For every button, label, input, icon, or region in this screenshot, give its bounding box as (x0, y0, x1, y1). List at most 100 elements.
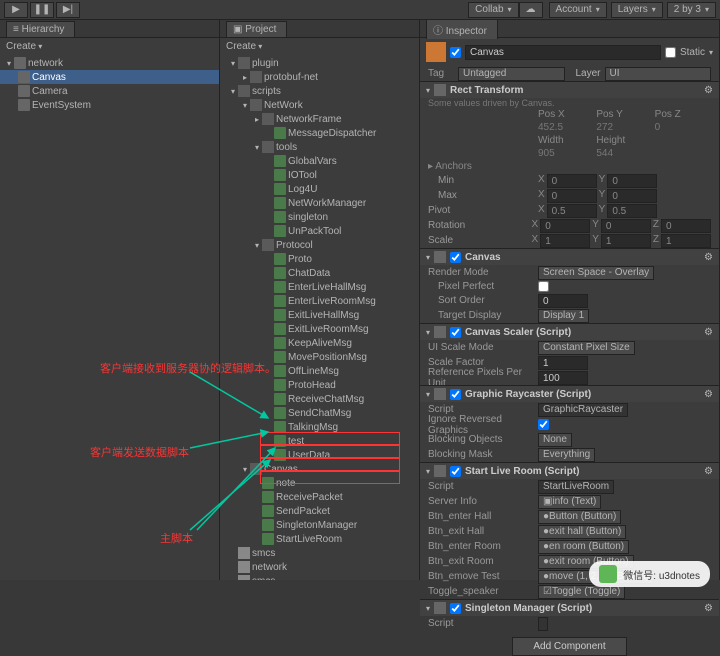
project-item[interactable]: ▸NetworkFrame (220, 112, 419, 126)
gear-icon[interactable]: ⚙ (704, 466, 713, 477)
layers-dropdown[interactable]: Layers (611, 2, 663, 18)
hierarchy-item-selected[interactable]: Canvas (0, 70, 219, 84)
fold-icon[interactable]: ▾ (426, 253, 430, 262)
project-item[interactable]: test (220, 434, 419, 448)
mask-dropdown[interactable]: Everything (538, 448, 595, 462)
enabled-checkbox[interactable] (450, 327, 461, 338)
project-item[interactable]: MessageDispatcher (220, 126, 419, 140)
project-item[interactable]: ReceiveChatMsg (220, 392, 419, 406)
start-live-room-header[interactable]: ▾Start Live Room (Script)⚙ (420, 462, 719, 479)
project-item[interactable]: EnterLiveRoomMsg (220, 294, 419, 308)
object-field[interactable]: ● en room (Button) (538, 540, 629, 554)
pause-button[interactable]: ❚❚ (30, 2, 54, 18)
project-item[interactable]: Proto (220, 252, 419, 266)
fold-icon[interactable]: ▾ (426, 86, 430, 95)
layer-dropdown[interactable]: UI (605, 67, 712, 81)
project-item[interactable]: ChatData (220, 266, 419, 280)
num-field[interactable]: 0 (661, 219, 711, 233)
gear-icon[interactable]: ⚙ (704, 389, 713, 400)
rect-transform-header[interactable]: ▾Rect Transform⚙ (420, 81, 719, 98)
hierarchy-item[interactable]: EventSystem (0, 98, 219, 112)
tag-dropdown[interactable]: Untagged (458, 67, 565, 81)
object-name-field[interactable] (465, 45, 661, 60)
project-item[interactable]: EnterLiveHallMsg (220, 280, 419, 294)
project-item[interactable]: ProtoHead (220, 378, 419, 392)
fold-icon[interactable]: ▾ (252, 241, 262, 250)
project-item[interactable]: MovePositionMsg (220, 350, 419, 364)
project-item[interactable]: OffLineMsg (220, 364, 419, 378)
num-field[interactable]: 0 (607, 189, 657, 203)
fold-icon[interactable]: ▾ (240, 465, 250, 474)
num-field[interactable]: 0 (540, 219, 590, 233)
num-field[interactable]: 1 (661, 234, 711, 248)
target-display-dropdown[interactable]: Display 1 (538, 309, 589, 323)
fold-icon[interactable]: ▾ (426, 390, 430, 399)
gear-icon[interactable]: ⚙ (704, 603, 713, 614)
layout-dropdown[interactable]: 2 by 3 (667, 2, 716, 18)
inspector-tab[interactable]: ⓘ Inspector (426, 19, 498, 39)
project-item[interactable]: ▾Protocol (220, 238, 419, 252)
project-item[interactable]: StartLiveRoom (220, 532, 419, 546)
fold-icon[interactable]: ▾ (228, 87, 238, 96)
add-component-button[interactable]: Add Component (512, 637, 626, 656)
play-button[interactable]: ▶ (4, 2, 28, 18)
project-item[interactable]: ▾NetWork (220, 98, 419, 112)
object-field[interactable]: ▣ info (Text) (538, 495, 601, 509)
project-item[interactable]: KeepAliveMsg (220, 336, 419, 350)
num-field[interactable]: 0 (601, 219, 651, 233)
project-item[interactable]: ExitLiveHallMsg (220, 308, 419, 322)
project-item[interactable]: note (220, 476, 419, 490)
project-item[interactable]: ▾Canvas (220, 462, 419, 476)
fold-icon[interactable]: ▾ (426, 467, 430, 476)
static-checkbox[interactable] (665, 47, 676, 58)
project-item[interactable]: Log4U (220, 182, 419, 196)
fold-icon[interactable]: ▾ (426, 328, 430, 337)
gear-icon[interactable]: ⚙ (704, 85, 713, 96)
object-field[interactable]: ● exit hall (Button) (538, 525, 626, 539)
num-field[interactable]: 0 (538, 294, 588, 308)
hierarchy-item[interactable]: Camera (0, 84, 219, 98)
enabled-checkbox[interactable] (450, 603, 461, 614)
num-field[interactable]: 1 (601, 234, 651, 248)
num-field[interactable]: 0 (547, 189, 597, 203)
num-field[interactable]: 0 (607, 174, 657, 188)
project-item[interactable]: TalkingMsg (220, 420, 419, 434)
gear-icon[interactable]: ⚙ (704, 252, 713, 263)
collab-dropdown[interactable]: Collab (468, 2, 518, 18)
fold-icon[interactable]: ▸ (240, 73, 250, 82)
cloud-button[interactable]: ☁ (519, 2, 543, 18)
hierarchy-tab[interactable]: ≡ Hierarchy (6, 21, 75, 37)
num-field[interactable]: 0.5 (547, 204, 597, 218)
active-checkbox[interactable] (450, 47, 461, 58)
project-item[interactable]: SendChatMsg (220, 406, 419, 420)
num-field[interactable]: 1 (538, 356, 588, 370)
fold-icon[interactable]: ▾ (252, 143, 262, 152)
account-dropdown[interactable]: Account (549, 2, 607, 18)
enabled-checkbox[interactable] (450, 466, 461, 477)
project-item[interactable]: SendPacket (220, 504, 419, 518)
fold-icon[interactable]: ▸ (252, 115, 262, 124)
project-item[interactable]: singleton (220, 210, 419, 224)
project-item[interactable]: ▾tools (220, 140, 419, 154)
enabled-checkbox[interactable] (450, 389, 461, 400)
project-create[interactable]: Create (226, 41, 262, 52)
scaler-header[interactable]: ▾Canvas Scaler (Script)⚙ (420, 323, 719, 340)
project-item[interactable]: UserData (220, 448, 419, 462)
pixel-perfect-checkbox[interactable] (538, 281, 549, 292)
fold-icon[interactable]: ▾ (240, 101, 250, 110)
blocking-dropdown[interactable]: None (538, 433, 572, 447)
project-item[interactable]: smcs (220, 574, 419, 580)
project-item[interactable]: network (220, 560, 419, 574)
project-item[interactable]: ▾plugin (220, 56, 419, 70)
enabled-checkbox[interactable] (450, 252, 461, 263)
project-item[interactable]: ExitLiveRoomMsg (220, 322, 419, 336)
num-field[interactable]: 100 (538, 371, 588, 385)
ignore-reversed-checkbox[interactable] (538, 419, 549, 430)
num-field[interactable]: 0.5 (607, 204, 657, 218)
object-field[interactable]: ● Button (Button) (538, 510, 621, 524)
num-field[interactable]: 1 (540, 234, 590, 248)
fold-icon[interactable]: ▾ (426, 604, 430, 613)
project-item[interactable]: UnPackTool (220, 224, 419, 238)
project-item[interactable]: SingletonManager (220, 518, 419, 532)
project-item[interactable]: NetWorkManager (220, 196, 419, 210)
